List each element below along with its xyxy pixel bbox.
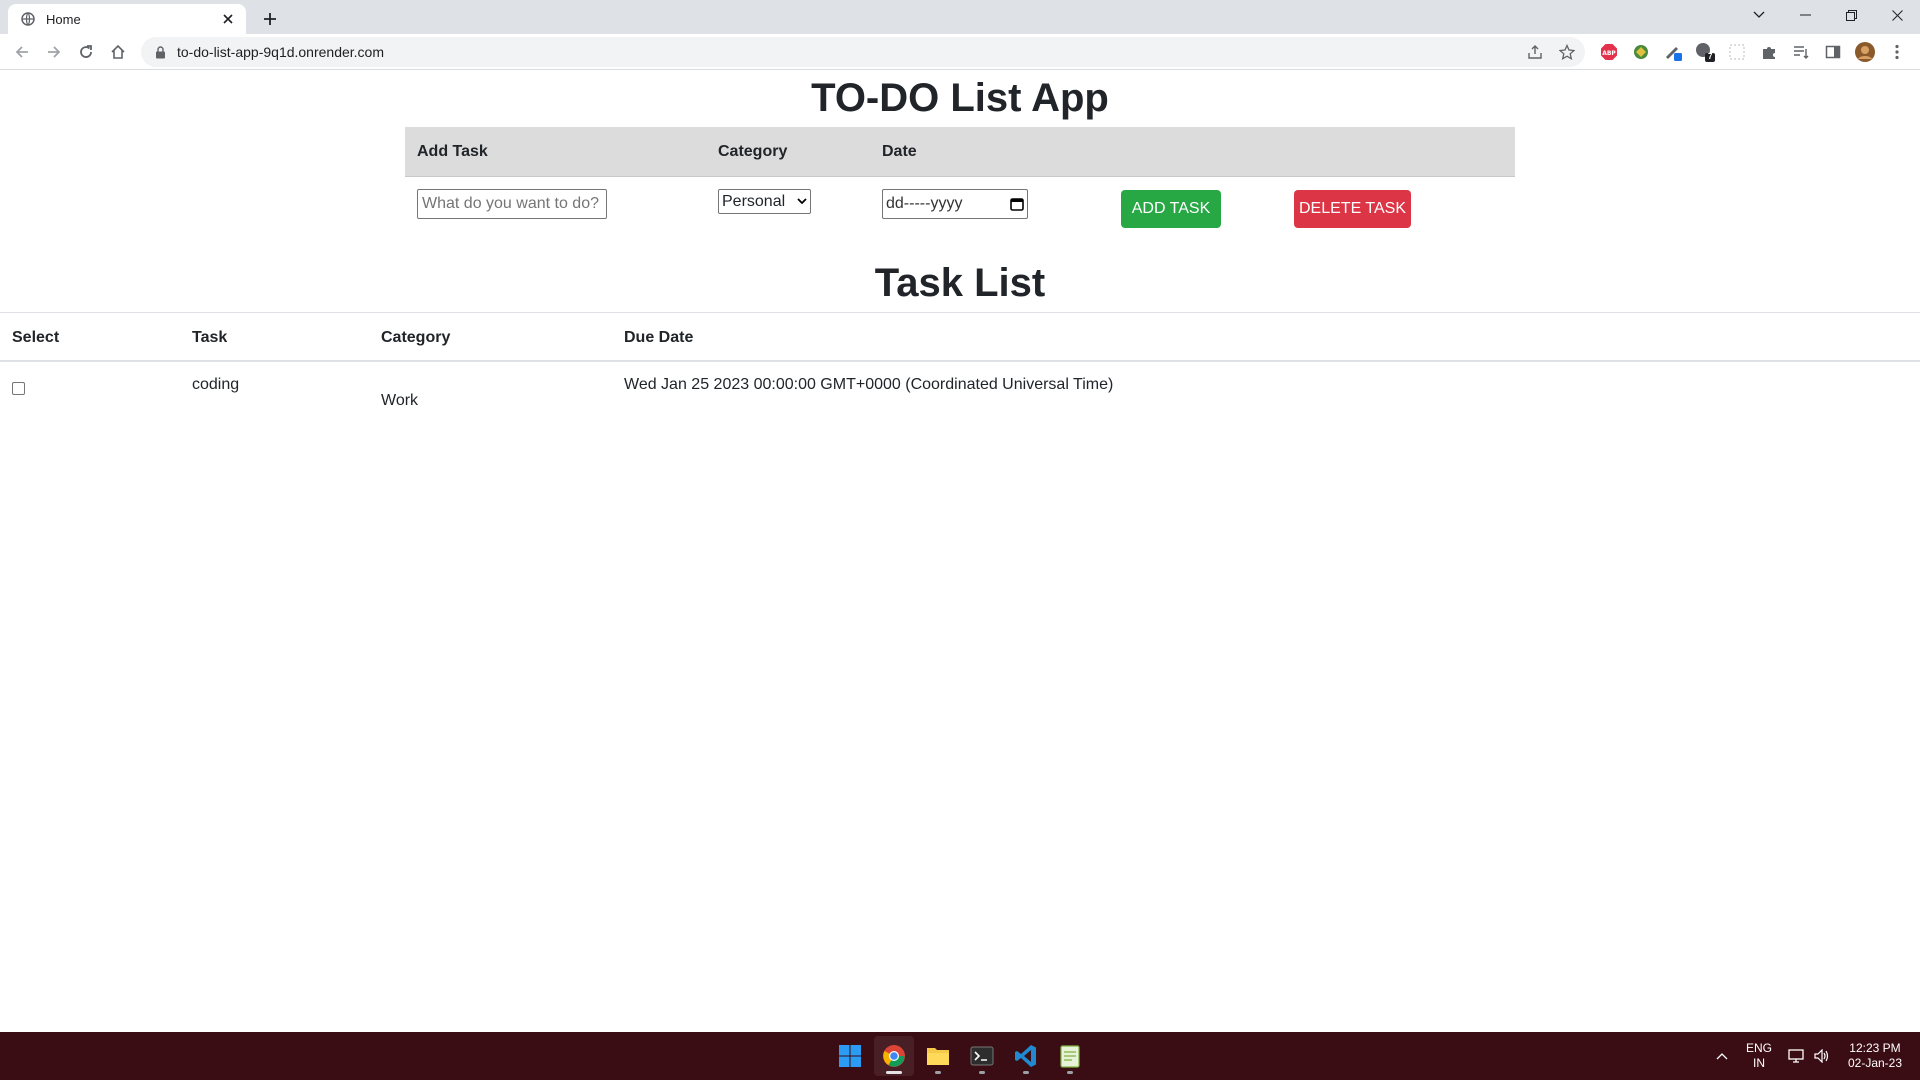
task-category: Work bbox=[381, 392, 419, 409]
category-select[interactable]: Personal bbox=[718, 189, 811, 214]
notepad-icon[interactable] bbox=[1050, 1036, 1090, 1076]
new-tab-button[interactable] bbox=[256, 5, 284, 33]
language-indicator[interactable]: ENG IN bbox=[1746, 1032, 1772, 1080]
reading-list-icon[interactable] bbox=[1789, 40, 1813, 64]
active-indicator bbox=[886, 1071, 902, 1074]
col-header-due-date: Due Date bbox=[624, 329, 694, 346]
add-task-table: Add Task Category Date Personal dd-----y… bbox=[405, 127, 1515, 247]
browser-toolbar: to-do-list-app-9q1d.onrender.com ABP 7 bbox=[0, 34, 1920, 70]
close-window-icon[interactable] bbox=[1874, 0, 1920, 30]
volume-icon[interactable] bbox=[1814, 1032, 1830, 1080]
globe-icon bbox=[20, 11, 36, 27]
bookmark-star-icon[interactable] bbox=[1553, 38, 1581, 66]
extension-icon[interactable] bbox=[1629, 40, 1653, 64]
profile-avatar[interactable] bbox=[1853, 40, 1877, 64]
lock-icon[interactable] bbox=[153, 45, 167, 59]
svg-text:ABP: ABP bbox=[1602, 50, 1616, 57]
menu-icon[interactable] bbox=[1885, 40, 1909, 64]
running-indicator bbox=[1067, 1071, 1073, 1074]
calendar-icon[interactable] bbox=[1007, 197, 1027, 211]
col-header-category: Category bbox=[381, 329, 451, 346]
extension-icon[interactable]: 7 bbox=[1693, 40, 1717, 64]
task-list-header: Select Task Category Due Date bbox=[0, 312, 1920, 362]
task-due-date: Wed Jan 25 2023 00:00:00 GMT+0000 (Coord… bbox=[624, 376, 1114, 393]
add-task-header: Add Task Category Date bbox=[405, 127, 1515, 177]
address-bar[interactable]: to-do-list-app-9q1d.onrender.com bbox=[141, 37, 1585, 67]
side-panel-icon[interactable] bbox=[1821, 40, 1845, 64]
add-task-button[interactable]: ADD TASK bbox=[1121, 190, 1221, 228]
abp-icon[interactable]: ABP bbox=[1597, 40, 1621, 64]
col-header-add-task: Add Task bbox=[417, 143, 488, 160]
reload-icon[interactable] bbox=[72, 38, 100, 66]
task-list-title: Task List bbox=[874, 261, 1046, 305]
share-icon[interactable] bbox=[1521, 38, 1549, 66]
col-header-date: Date bbox=[882, 143, 917, 160]
extension-icon[interactable] bbox=[1725, 40, 1749, 64]
task-select-checkbox[interactable] bbox=[12, 382, 25, 395]
running-indicator bbox=[979, 1071, 985, 1074]
task-list-table: Select Task Category Due Date coding Wor… bbox=[0, 312, 1920, 422]
file-explorer-icon[interactable] bbox=[918, 1036, 958, 1076]
show-hidden-icons-icon[interactable] bbox=[1716, 1032, 1728, 1080]
home-icon[interactable] bbox=[104, 38, 132, 66]
network-icon[interactable] bbox=[1788, 1032, 1804, 1080]
category-selected-value: Personal bbox=[722, 192, 786, 210]
date-input[interactable]: dd-----yyyy bbox=[882, 189, 1028, 219]
table-row: coding Work Wed Jan 25 2023 00:00:00 GMT… bbox=[0, 362, 1920, 422]
page-content: TO-DO List App Add Task Category Date Pe… bbox=[0, 71, 1920, 1032]
col-header-category: Category bbox=[718, 143, 788, 160]
task-input[interactable] bbox=[417, 189, 607, 219]
running-indicator bbox=[1023, 1071, 1029, 1074]
page-title: TO-DO List App bbox=[811, 76, 1109, 120]
clock-time: 12:23 PM bbox=[1849, 1041, 1901, 1055]
window-controls bbox=[1736, 0, 1920, 30]
task-name: coding bbox=[192, 376, 240, 393]
chevron-down-icon bbox=[794, 198, 810, 205]
terminal-icon[interactable] bbox=[962, 1036, 1002, 1076]
browser-tab[interactable]: Home bbox=[8, 4, 246, 34]
url-text[interactable]: to-do-list-app-9q1d.onrender.com bbox=[177, 44, 1521, 60]
clock-date: 02-Jan-23 bbox=[1847, 1056, 1903, 1070]
start-icon[interactable] bbox=[830, 1036, 870, 1076]
tab-search-icon[interactable] bbox=[1736, 0, 1782, 30]
add-task-row: Personal dd-----yyyy ADD TASK DELETE TAS… bbox=[405, 177, 1515, 247]
windows-taskbar: ENG IN 12:23 PM 02-Jan-23 bbox=[0, 1032, 1920, 1080]
forward-icon[interactable] bbox=[40, 38, 68, 66]
close-tab-icon[interactable] bbox=[220, 11, 236, 27]
tab-strip: Home bbox=[0, 0, 1920, 34]
date-placeholder: dd-----yyyy bbox=[886, 195, 963, 212]
tab-title: Home bbox=[46, 11, 81, 27]
col-header-task: Task bbox=[192, 329, 228, 346]
back-icon[interactable] bbox=[8, 38, 36, 66]
clock[interactable]: 12:23 PM 02-Jan-23 bbox=[1840, 1032, 1910, 1080]
minimize-icon[interactable] bbox=[1782, 0, 1828, 30]
col-header-select: Select bbox=[12, 329, 60, 346]
extension-icon[interactable] bbox=[1661, 40, 1685, 64]
delete-task-button[interactable]: DELETE TASK bbox=[1294, 190, 1411, 228]
language-primary: ENG bbox=[1746, 1041, 1773, 1055]
restore-icon[interactable] bbox=[1828, 0, 1874, 30]
extension-badge: 7 bbox=[1708, 52, 1713, 61]
language-secondary: IN bbox=[1753, 1056, 1765, 1070]
vscode-icon[interactable] bbox=[1006, 1036, 1046, 1076]
puzzle-icon[interactable] bbox=[1757, 40, 1781, 64]
running-indicator bbox=[935, 1071, 941, 1074]
chrome-icon[interactable] bbox=[874, 1036, 914, 1076]
